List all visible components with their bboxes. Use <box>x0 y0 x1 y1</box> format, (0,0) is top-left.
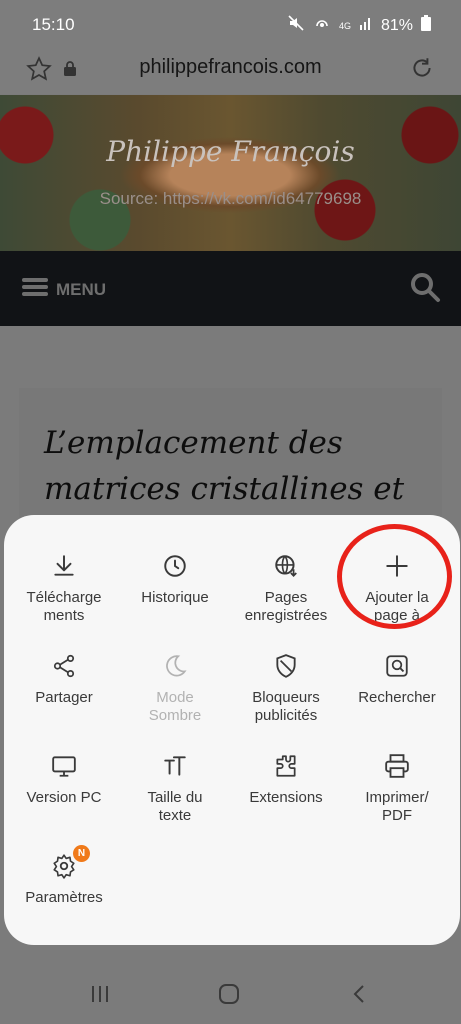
dark-mode-button[interactable]: Mode Sombre <box>120 653 230 725</box>
battery-label: 81% <box>380 16 413 34</box>
site-banner: Philippe François Source: https://vk.com… <box>0 95 461 251</box>
dark-mode-label: Mode Sombre <box>148 689 202 724</box>
recent-apps-icon[interactable] <box>88 982 112 1011</box>
reload-icon[interactable] <box>409 55 435 86</box>
share-label: Partager <box>35 689 93 706</box>
status-bar: 15:10 4G 81% <box>0 0 461 48</box>
downloads-label: Téléchargements <box>26 589 102 624</box>
monitor-icon <box>51 753 77 779</box>
highlight-circle <box>337 524 452 629</box>
hamburger-icon <box>22 276 48 303</box>
banner-source-text: Source: https://vk.com/id64779698 <box>99 189 362 208</box>
find-label: Rechercher <box>358 689 436 706</box>
settings-button[interactable]: N Paramètres <box>9 845 119 907</box>
ad-blockers-button[interactable]: Bloqueurs publicités <box>231 653 341 725</box>
settings-label: Paramètres <box>25 889 103 906</box>
address-bar[interactable]: philippefrancois.com <box>0 48 461 94</box>
print-pdf-label: Imprimer/ PDF <box>365 789 429 824</box>
home-icon[interactable] <box>217 982 241 1011</box>
system-nav-bar <box>0 960 461 1024</box>
desktop-version-label: Version PC <box>26 789 102 806</box>
network-label: 4G <box>338 20 351 31</box>
share-button[interactable]: Partager <box>9 653 119 707</box>
site-navbar: MENU <box>0 251 461 326</box>
battery-icon <box>421 15 431 36</box>
clock-icon <box>162 553 188 579</box>
find-page-icon <box>384 653 410 679</box>
printer-icon <box>384 753 410 779</box>
settings-new-badge: N <box>73 845 90 862</box>
desktop-version-button[interactable]: Version PC <box>9 753 119 807</box>
downloads-button[interactable]: Téléchargements <box>9 553 119 625</box>
history-button[interactable]: Historique <box>120 553 230 607</box>
text-size-label: Taille du texte <box>147 789 203 824</box>
menu-label: MENU <box>56 279 107 299</box>
globe-download-icon <box>273 553 299 579</box>
saved-pages-label: Pages enregistrées <box>244 589 328 624</box>
shield-icon <box>273 653 299 679</box>
article-heading[interactable]: L’emplacement des matrices cristallines … <box>44 420 424 512</box>
extensions-button[interactable]: Extensions <box>231 753 341 807</box>
find-in-page-button[interactable]: Rechercher <box>342 653 452 707</box>
status-time: 15:10 <box>32 15 75 34</box>
ad-blockers-label: Bloqueurs publicités <box>252 689 320 724</box>
saved-pages-button[interactable]: Pages enregistrées <box>231 553 341 625</box>
site-search-icon[interactable] <box>409 271 441 308</box>
text-size-icon <box>162 753 188 779</box>
text-size-button[interactable]: Taille du texte <box>120 753 230 825</box>
status-icons: 4G 81% <box>287 14 431 37</box>
print-pdf-button[interactable]: Imprimer/ PDF <box>342 753 452 825</box>
share-icon <box>51 653 77 679</box>
url-text[interactable]: philippefrancois.com <box>0 56 461 79</box>
puzzle-icon <box>273 753 299 779</box>
signal-icon <box>359 15 373 36</box>
history-label: Historique <box>141 589 209 606</box>
site-menu-button[interactable]: MENU <box>22 276 106 303</box>
site-title[interactable]: Philippe François <box>0 135 461 168</box>
mute-icon <box>287 14 305 37</box>
hotspot-icon <box>313 14 331 37</box>
extensions-label: Extensions <box>249 789 323 806</box>
moon-icon <box>162 653 188 679</box>
back-icon[interactable] <box>348 982 372 1011</box>
download-icon <box>51 553 77 579</box>
